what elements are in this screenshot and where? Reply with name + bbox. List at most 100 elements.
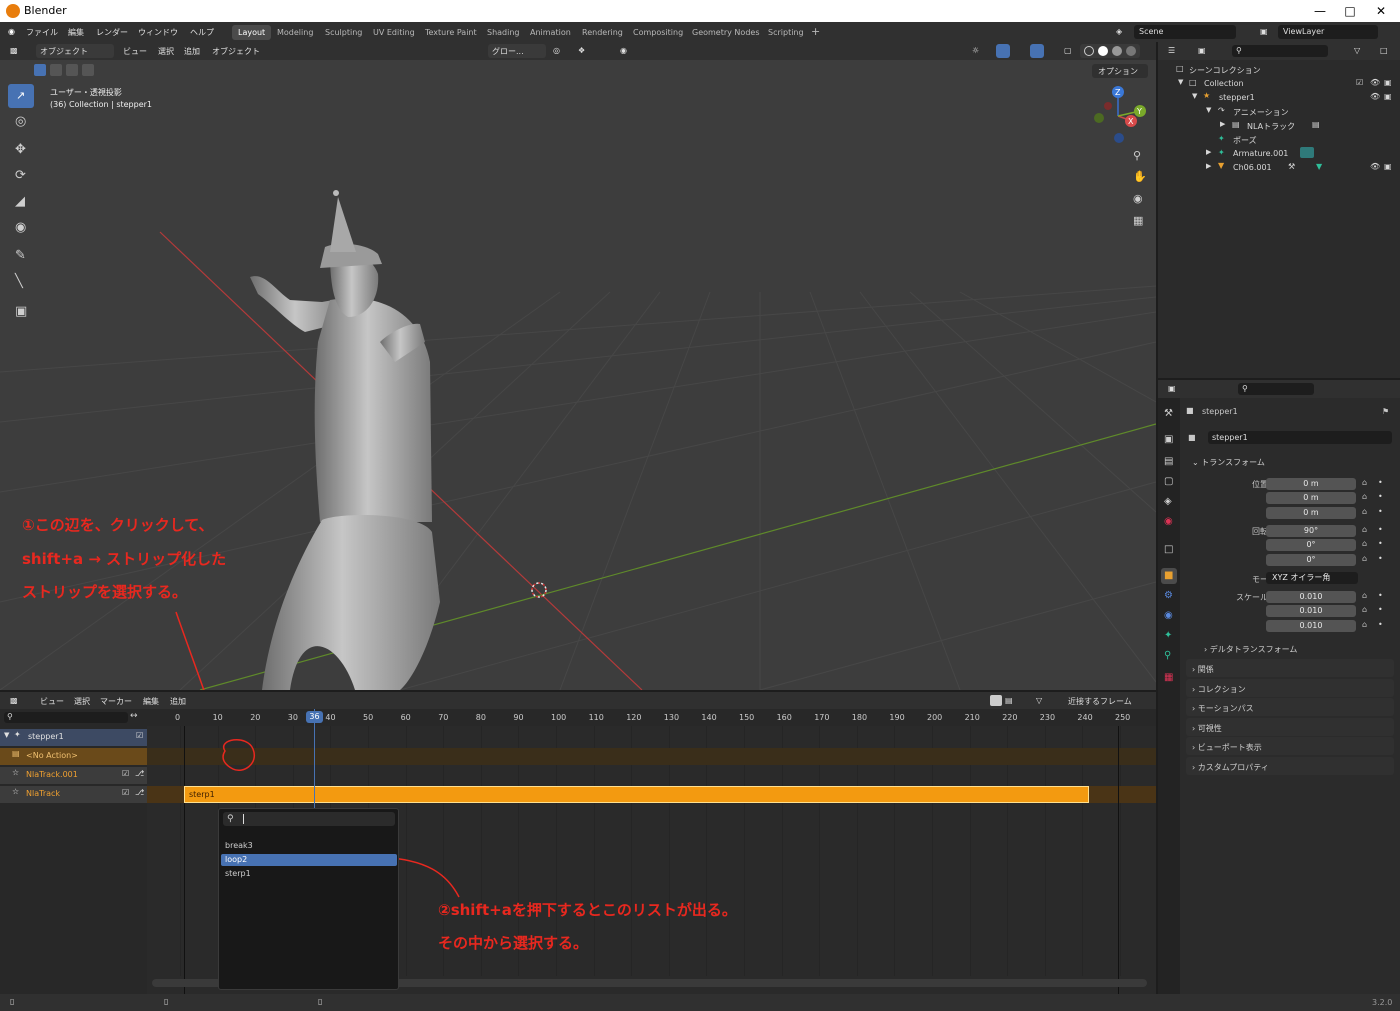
- proportional-edit-icon[interactable]: ◉: [620, 46, 627, 55]
- rotation-mode-dropdown[interactable]: XYZ オイラー角: [1266, 572, 1358, 584]
- keyframe-dot-icon[interactable]: •: [1378, 478, 1383, 487]
- menu-edit[interactable]: 編集: [68, 27, 84, 38]
- include-hidden-icon[interactable]: ▤: [1005, 696, 1013, 705]
- minimize-button[interactable]: —: [1305, 2, 1335, 20]
- collections-section[interactable]: › コレクション: [1186, 679, 1394, 697]
- keyframe-dot-icon[interactable]: •: [1378, 525, 1383, 534]
- location-z-field[interactable]: 0 m: [1266, 507, 1356, 519]
- location-x-field[interactable]: 0 m: [1266, 478, 1356, 490]
- world-tab-icon[interactable]: ◉: [1164, 516, 1173, 527]
- object-name-field[interactable]: stepper1: [1208, 431, 1392, 444]
- outliner-row-armature[interactable]: ▶ ✦ Armature.001: [1158, 147, 1400, 161]
- channel-object-stepper1[interactable]: ▼ ✦ stepper1 ☑: [0, 729, 147, 746]
- keyframe-dot-icon[interactable]: •: [1378, 492, 1383, 501]
- star-icon[interactable]: ☆: [12, 768, 19, 777]
- maximize-button[interactable]: □: [1335, 2, 1365, 20]
- scale-z-field[interactable]: 0.010: [1266, 620, 1356, 632]
- keyframe-dot-icon[interactable]: •: [1378, 539, 1383, 548]
- select-subtract-icon[interactable]: [66, 64, 78, 76]
- select-invert-icon[interactable]: [82, 64, 94, 76]
- tool-tab-icon[interactable]: ⚒: [1164, 408, 1173, 419]
- blender-menu-icon[interactable]: ◉: [8, 27, 15, 36]
- only-selected-icon[interactable]: [990, 695, 1002, 706]
- channel-nlatrack[interactable]: ☆ NlaTrack ☑ ⎇: [0, 786, 147, 803]
- menu-window[interactable]: ウィンドウ: [138, 27, 178, 38]
- measure-tool-icon[interactable]: ╲: [8, 270, 34, 294]
- tab-animation[interactable]: Animation: [530, 28, 571, 37]
- render-camera-icon[interactable]: ▣: [1384, 92, 1392, 101]
- keyframe-dot-icon[interactable]: •: [1378, 554, 1383, 563]
- nla-editor-type-icon[interactable]: ▩: [10, 696, 18, 705]
- channel-search-input[interactable]: ⚲: [4, 712, 128, 723]
- expand-arrow-icon[interactable]: ▼: [1178, 78, 1183, 86]
- object-selector-icon[interactable]: ■: [1188, 433, 1196, 442]
- visibility-section[interactable]: › 可視性: [1186, 718, 1394, 736]
- expand-arrow-icon[interactable]: ▼: [1192, 92, 1197, 100]
- tab-shading[interactable]: Shading: [487, 28, 520, 37]
- new-collection-icon[interactable]: □: [1380, 46, 1388, 55]
- nla-menu-add[interactable]: 追加: [170, 696, 186, 707]
- modifier-tab-icon[interactable]: ⚙: [1164, 590, 1173, 601]
- lock-icon[interactable]: ⌂: [1362, 507, 1367, 516]
- lock-icon[interactable]: ⌂: [1362, 478, 1367, 487]
- annotate-tool-icon[interactable]: ✎: [8, 244, 34, 268]
- wireframe-shading-icon[interactable]: [1084, 46, 1094, 56]
- popup-search-input[interactable]: ⚲: [223, 812, 395, 826]
- select-new-icon[interactable]: [34, 64, 46, 76]
- outliner-editor-icon[interactable]: ☰: [1168, 46, 1175, 55]
- expand-arrow-icon[interactable]: ▼: [4, 731, 9, 739]
- relations-section[interactable]: › 関係: [1186, 659, 1394, 677]
- rotation-z-field[interactable]: 0°: [1266, 554, 1356, 566]
- visibility-icon[interactable]: ☼: [972, 46, 979, 55]
- cursor-tool-icon[interactable]: ◎: [8, 110, 34, 134]
- channel-no-action[interactable]: ▤ <No Action>: [0, 748, 147, 765]
- filter-icon[interactable]: ▽: [1354, 46, 1360, 55]
- menu-file[interactable]: ファイル: [26, 27, 58, 38]
- expand-arrow-icon[interactable]: ▶: [1206, 162, 1211, 170]
- scale-y-field[interactable]: 0.010: [1266, 605, 1356, 617]
- pin-icon[interactable]: ⚑: [1382, 407, 1389, 416]
- particles-tab-icon[interactable]: ◉: [1164, 610, 1173, 621]
- tab-modeling[interactable]: Modeling: [277, 28, 313, 37]
- outliner-row-mesh[interactable]: ▶ ▼ Ch06.001 ⚒ ▼ 👁 ▣: [1158, 161, 1400, 175]
- outliner-search-input[interactable]: ⚲: [1232, 45, 1328, 57]
- rendered-shading-icon[interactable]: [1126, 46, 1136, 56]
- outliner-row-stepper1[interactable]: ▼ ★ stepper1 👁 ▣: [1158, 91, 1400, 105]
- outliner-row-pose[interactable]: ✦ ポーズ: [1158, 133, 1400, 147]
- scene-tab-icon[interactable]: ◈: [1164, 496, 1172, 507]
- grid-view-icon[interactable]: ▦: [1133, 214, 1143, 227]
- checkbox-icon[interactable]: ☑: [122, 788, 129, 797]
- checkbox-icon[interactable]: ☑: [122, 769, 129, 778]
- output-tab-icon[interactable]: ▤: [1164, 456, 1173, 467]
- lock-icon[interactable]: ⌂: [1362, 492, 1367, 501]
- object-tab-icon[interactable]: ■: [1161, 568, 1177, 584]
- eye-icon[interactable]: 👁: [1370, 92, 1380, 101]
- close-button[interactable]: ✕: [1366, 2, 1396, 20]
- display-mode-icon[interactable]: ▣: [1198, 46, 1206, 55]
- constraints-tab-icon[interactable]: ⚲: [1164, 650, 1171, 661]
- lock-icon[interactable]: ⌂: [1362, 620, 1367, 629]
- lock-icon[interactable]: ⎇: [135, 769, 144, 778]
- popup-item-break3[interactable]: break3: [221, 840, 397, 852]
- render-tab-icon[interactable]: ▣: [1164, 434, 1173, 445]
- checkbox-icon[interactable]: ☑: [136, 731, 143, 740]
- tab-layout[interactable]: Layout: [232, 25, 272, 40]
- navigation-gizmo[interactable]: Z X Y: [1094, 86, 1146, 143]
- checkbox-icon[interactable]: ☑: [1356, 78, 1363, 87]
- transform-section-header[interactable]: ⌄ トランスフォーム: [1186, 452, 1394, 470]
- keyframe-dot-icon[interactable]: •: [1378, 591, 1383, 600]
- lock-icon[interactable]: ⌂: [1362, 605, 1367, 614]
- scale-tool-icon[interactable]: ◢: [8, 190, 34, 214]
- eye-icon[interactable]: 👁: [1370, 162, 1380, 171]
- transform-tool-icon[interactable]: ◉: [8, 216, 34, 240]
- add-cube-tool-icon[interactable]: ▣: [8, 300, 34, 324]
- select-extend-icon[interactable]: [50, 64, 62, 76]
- nla-menu-view[interactable]: ビュー: [40, 696, 64, 707]
- outliner-row-scene-collection[interactable]: □ シーンコレクション: [1158, 63, 1400, 77]
- xray-icon[interactable]: ▢: [1064, 46, 1072, 55]
- viewport-menu-view[interactable]: ビュー: [123, 46, 147, 57]
- mode-selector[interactable]: オブジェクト: [36, 44, 114, 58]
- tab-scripting[interactable]: Scripting: [768, 28, 804, 37]
- star-icon[interactable]: ☆: [12, 787, 19, 796]
- pivot-icon[interactable]: ◎: [553, 46, 560, 55]
